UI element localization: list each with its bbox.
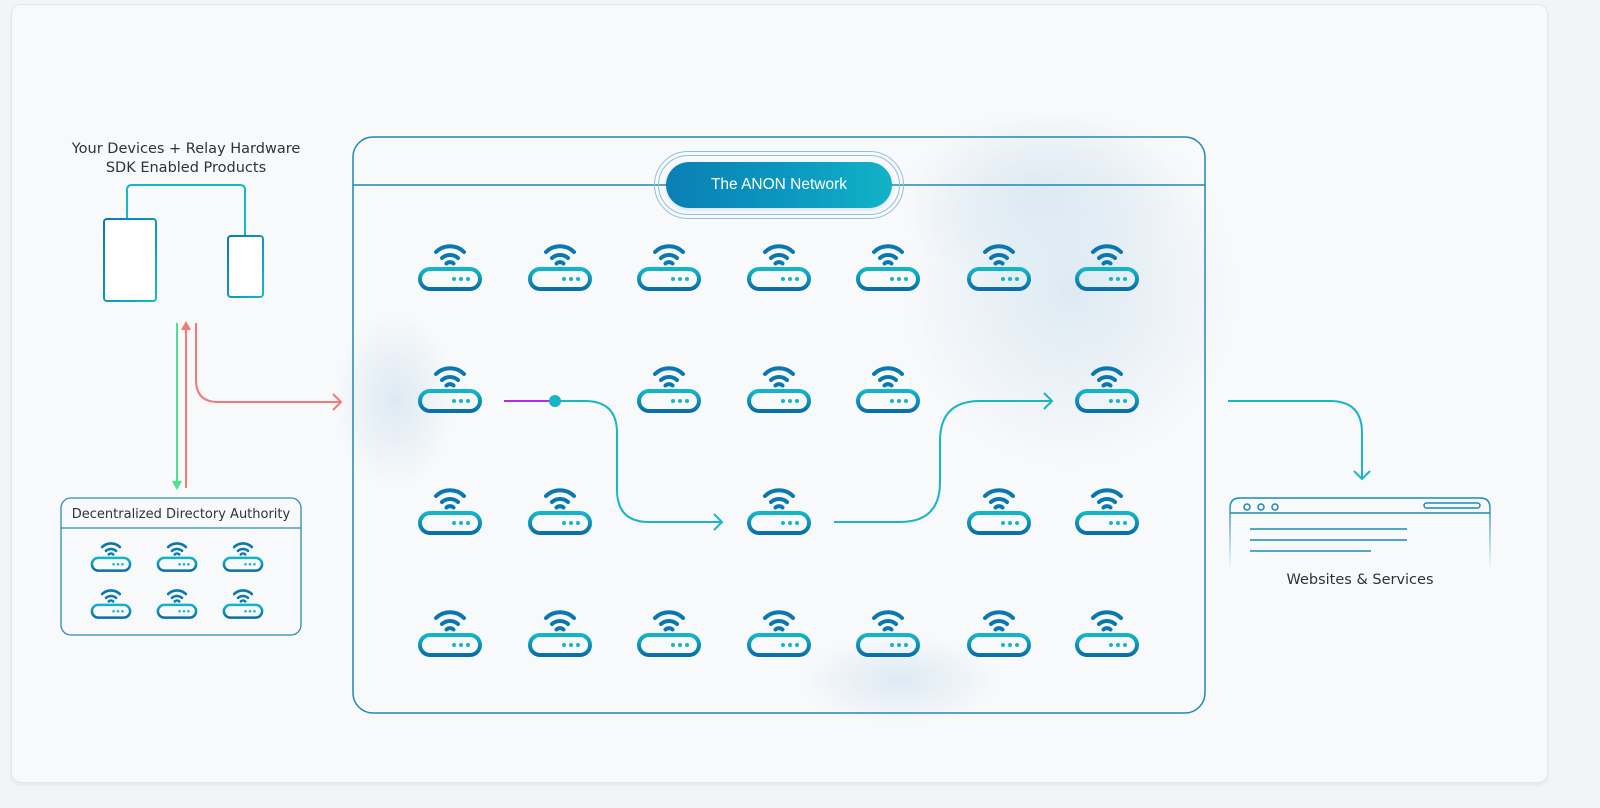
arrow-to-websites <box>1228 400 1371 481</box>
arrow-to-network <box>195 323 343 411</box>
directory-authority-title: Decentralized Directory Authority <box>71 507 291 522</box>
directory-arrows <box>172 320 191 491</box>
diagram-svg <box>60 110 1491 725</box>
browser-window-icon <box>1229 497 1491 570</box>
devices-icon <box>103 184 264 302</box>
devices-title-line2: SDK Enabled Products <box>105 160 267 176</box>
websites-title: Websites & Services <box>1286 572 1434 588</box>
network-title-badge: The ANON Network <box>666 162 892 208</box>
devices-title-line1: Your Devices + Relay Hardware <box>71 141 301 157</box>
circuit-node <box>549 395 561 407</box>
